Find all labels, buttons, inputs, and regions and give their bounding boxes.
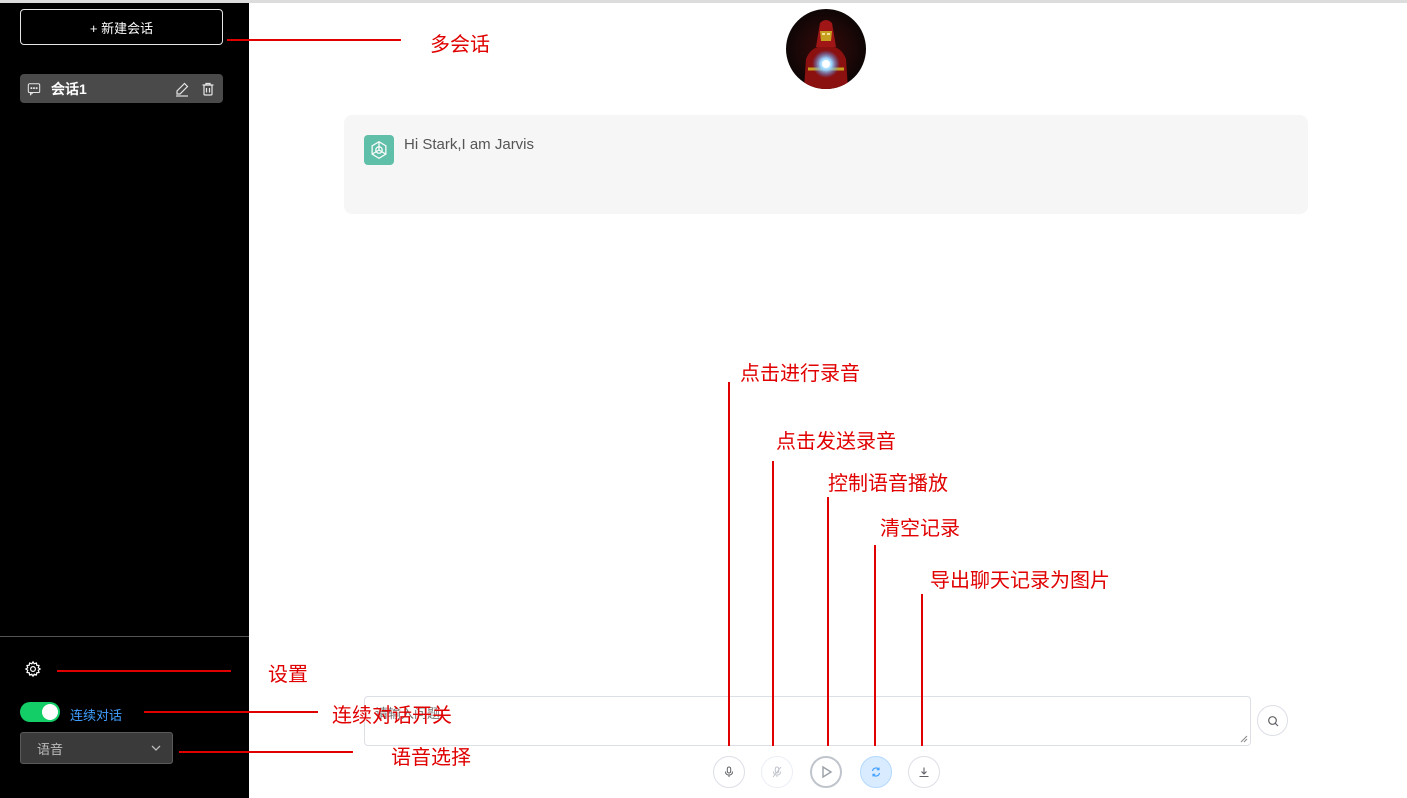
chevron-down-icon [151,745,161,751]
resize-grip-icon[interactable] [1240,735,1248,743]
search-icon [1267,715,1278,726]
annotation-line-settings [57,670,231,672]
session-item[interactable]: 会话1 [20,74,223,103]
clear-records-button[interactable] [860,756,892,788]
annotation-line-voice [179,751,353,753]
record-button[interactable] [713,756,745,788]
continuous-chat-label: 连续对话 [70,708,123,723]
annotation-record: 点击进行录音 [740,363,860,385]
edit-icon[interactable] [174,81,190,97]
annotation-voice-choice: 语音选择 [391,747,471,769]
message-text: Hi Stark,I am Jarvis [404,136,535,153]
sidebar-divider [0,636,249,637]
annotation-send-record: 点击发送录音 [776,431,896,453]
annotation-settings: 设置 [268,664,308,686]
download-icon [919,767,929,778]
settings-gear-icon[interactable] [24,660,42,678]
annotation-line-clear [874,545,876,746]
question-input[interactable] [365,697,1250,745]
microphone-off-icon [772,766,782,778]
annotation-line-record [728,382,730,746]
annotation-export: 导出聊天记录为图片 [930,570,1110,592]
annotation-line-send [772,461,774,746]
play-control-button[interactable] [810,756,842,788]
annotation-multi-session: 多会话 [430,34,490,56]
sidebar: + 新建会话 会话1 连续对话 语音 [0,3,249,798]
export-image-button[interactable] [908,756,940,788]
annotation-continuous-switch: 连续对话开关 [332,705,452,727]
voice-select-value: 语音 [37,741,64,757]
chatgpt-icon [364,135,394,165]
annotation-line-play [827,497,829,746]
microphone-icon [725,766,733,777]
annotation-line-continuous [144,711,318,713]
annotation-clear: 清空记录 [880,518,960,540]
annotation-line-multi-session [227,39,401,41]
refresh-icon [871,767,881,777]
delete-icon[interactable] [200,81,216,97]
question-input-box[interactable] [364,696,1251,746]
assistant-message: Hi Stark,I am Jarvis [344,115,1308,214]
avatar [786,9,866,89]
chat-bubble-icon [27,82,41,96]
annotation-play-control: 控制语音播放 [828,473,948,495]
new-chat-button[interactable]: + 新建会话 [20,9,223,45]
toggle-knob [42,704,58,720]
play-icon [822,765,833,779]
session-label: 会话1 [51,80,87,97]
send-recording-button[interactable] [761,756,793,788]
continuous-chat-toggle[interactable] [20,702,60,722]
voice-select[interactable]: 语音 [20,732,173,764]
annotation-line-export [921,594,923,746]
search-button[interactable] [1257,705,1288,736]
